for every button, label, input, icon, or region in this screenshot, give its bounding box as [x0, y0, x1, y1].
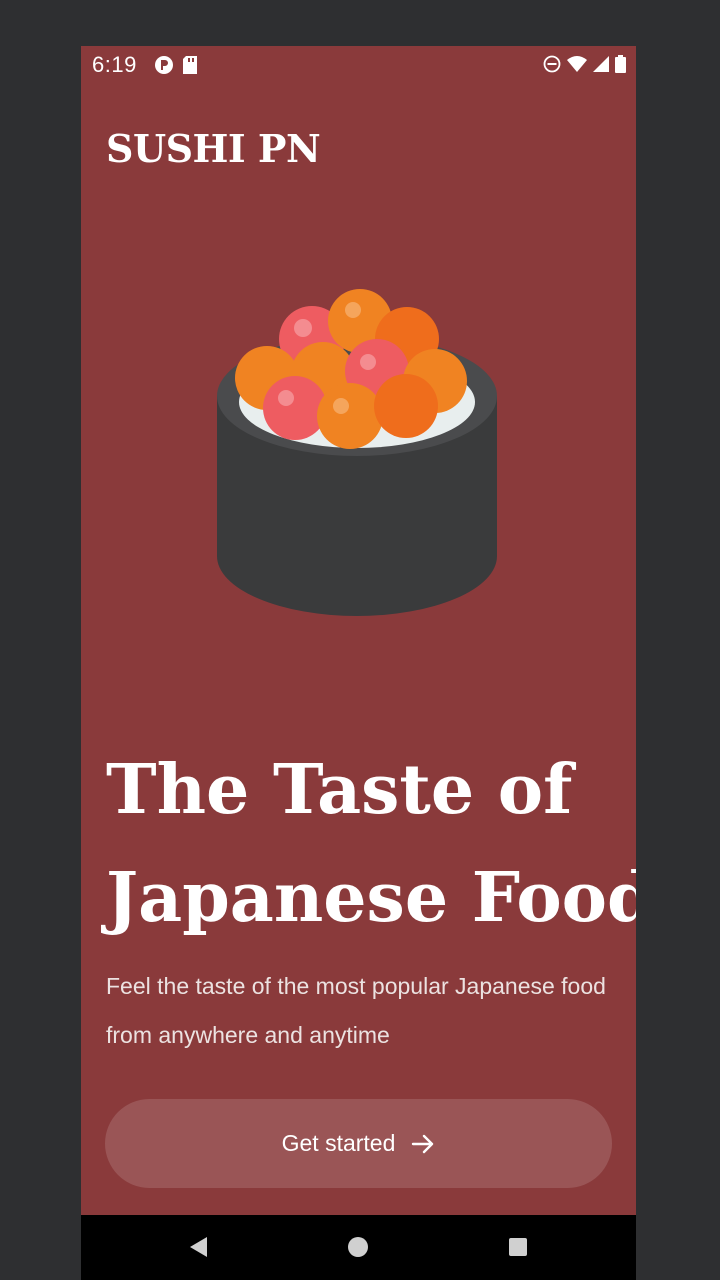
media-app-icon: [155, 56, 173, 74]
headline-line-1: The Taste of: [106, 750, 573, 830]
navigation-bar: [81, 1215, 636, 1280]
subtitle: Feel the taste of the most popular Japan…: [106, 973, 606, 1048]
wifi-icon: [567, 56, 587, 72]
signal-icon: [593, 56, 609, 72]
sushi-roll-illustration: [217, 289, 497, 616]
back-icon[interactable]: [187, 1235, 209, 1259]
recents-icon[interactable]: [509, 1238, 527, 1256]
app-screen: 6:19 SUSHI PN The Taste of Japanese Food…: [81, 46, 636, 1280]
headline-line-2: Japanese Food: [106, 858, 636, 938]
home-icon[interactable]: [348, 1237, 368, 1257]
headline: The Taste of Japanese Food: [106, 736, 636, 952]
status-bar: 6:19: [81, 46, 636, 82]
status-time: 6:19: [92, 52, 137, 77]
battery-icon: [615, 55, 626, 73]
brand-logo: SUSHI PN: [106, 126, 321, 171]
arrow-right-icon: [412, 1134, 434, 1153]
get-started-label: Get started: [281, 1130, 396, 1156]
get-started-button[interactable]: Get started: [105, 1099, 612, 1188]
sd-card-icon: [183, 56, 197, 74]
do-not-disturb-icon: [543, 55, 561, 73]
